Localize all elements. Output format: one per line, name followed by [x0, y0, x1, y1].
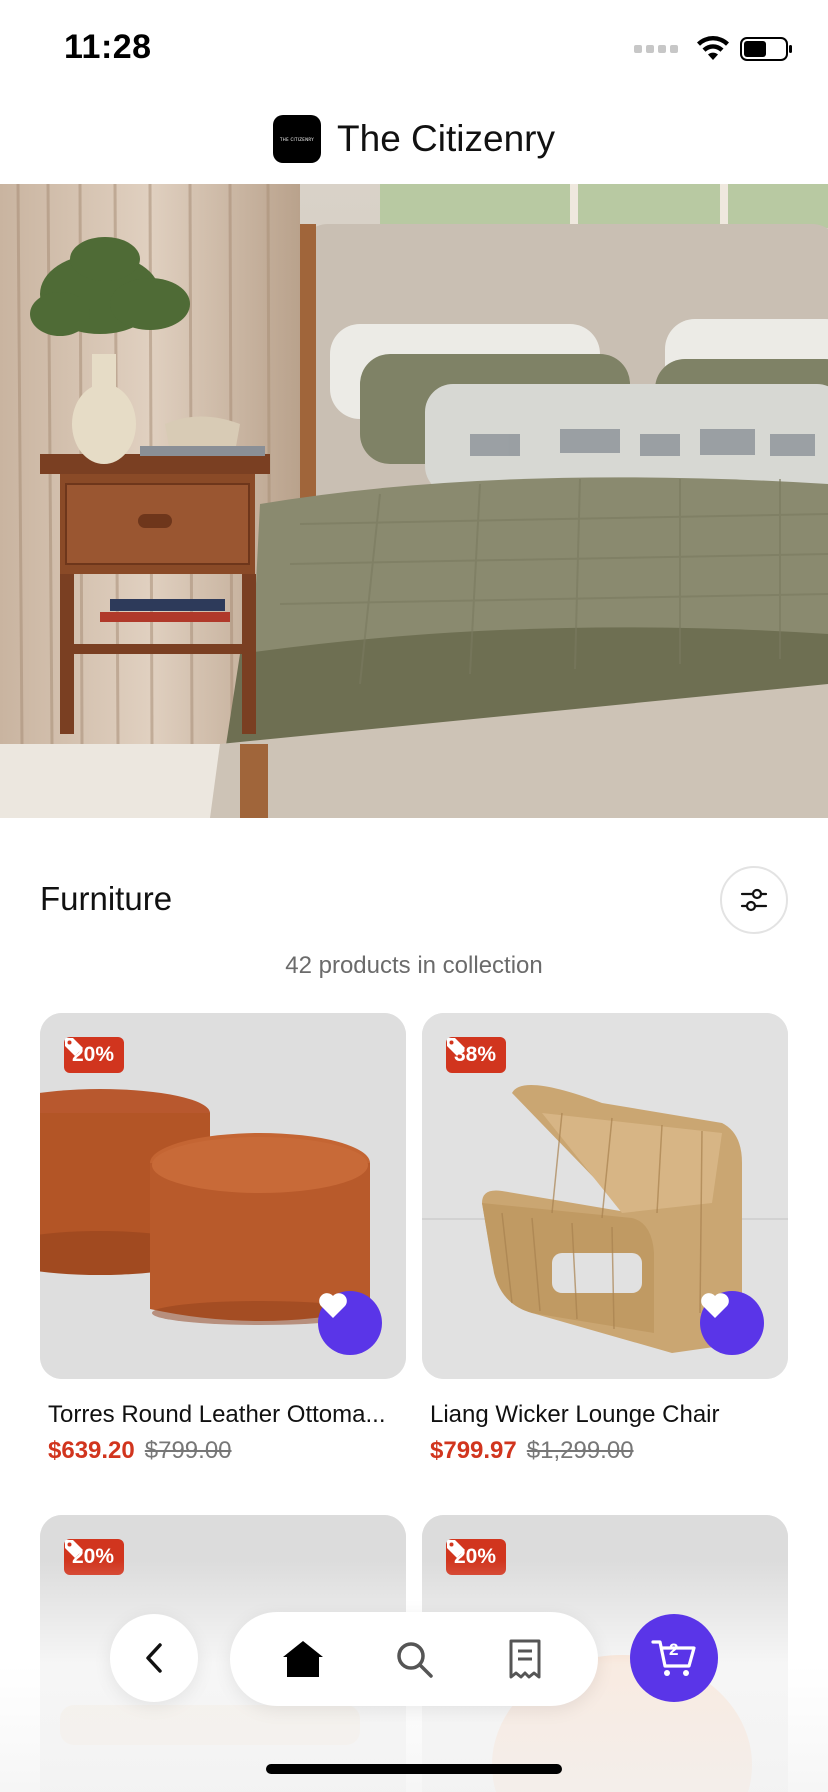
status-bar: 11:28 — [0, 0, 828, 96]
product-card[interactable]: 20% Torres Round Leather Ottoma... $639.… — [40, 1013, 406, 1465]
status-icons — [634, 36, 794, 62]
nav-home[interactable] — [263, 1619, 343, 1699]
cart-button[interactable]: 2 — [630, 1614, 718, 1702]
chevron-left-icon — [146, 1643, 162, 1673]
discount-badge: 20% — [64, 1037, 125, 1073]
hero-image — [0, 184, 828, 818]
wifi-icon — [697, 36, 729, 60]
receipt-icon — [509, 1639, 541, 1679]
back-button[interactable] — [110, 1614, 198, 1702]
search-icon — [397, 1642, 433, 1678]
tag-icon — [65, 1540, 83, 1558]
discount-badge: 38% — [446, 1037, 507, 1073]
heart-icon — [319, 1293, 347, 1318]
original-price: $799.00 — [144, 1437, 232, 1464]
sliders-icon — [740, 888, 768, 912]
brand-logo-text: THE CITIZENRY — [280, 136, 314, 142]
home-indicator — [266, 1764, 562, 1774]
wishlist-button[interactable] — [318, 1291, 382, 1355]
tag-icon — [447, 1038, 465, 1056]
collection-title: Furniture — [40, 880, 173, 917]
product-image[interactable]: 20% — [40, 1013, 406, 1379]
heart-icon — [701, 1293, 729, 1318]
nav-search[interactable] — [374, 1619, 454, 1699]
brand-name: The Citizenry — [337, 118, 555, 159]
nav-orders[interactable] — [485, 1619, 565, 1699]
price-row: $639.20 $799.00 — [40, 1437, 406, 1465]
product-image[interactable]: 38% — [422, 1013, 788, 1379]
tag-icon — [447, 1540, 465, 1558]
tag-icon — [65, 1038, 83, 1056]
product-count: 42 products in collection — [285, 952, 543, 979]
bottom-nav — [230, 1612, 598, 1706]
app-header: THE CITIZENRY The Citizenry — [0, 108, 828, 170]
filter-button[interactable] — [720, 866, 788, 934]
battery-icon — [740, 37, 792, 61]
cellular-signal-icon — [634, 45, 678, 53]
sale-price: $639.20 — [48, 1437, 135, 1464]
product-name[interactable]: Torres Round Leather Ottoma... — [40, 1401, 406, 1429]
product-name[interactable]: Liang Wicker Lounge Chair — [422, 1401, 788, 1429]
wishlist-button[interactable] — [700, 1291, 764, 1355]
original-price: $1,299.00 — [526, 1437, 634, 1464]
product-card[interactable]: 38% Liang Wicker Lounge Chair $799.97 $1… — [422, 1013, 788, 1465]
price-row: $799.97 $1,299.00 — [422, 1437, 788, 1465]
cart-icon-wrap: 2 — [651, 1638, 697, 1678]
home-icon — [283, 1641, 324, 1677]
status-time: 11:28 — [64, 28, 152, 66]
sale-price: $799.97 — [430, 1437, 517, 1464]
cart-count-badge: 2 — [669, 1640, 679, 1659]
brand-logo[interactable]: THE CITIZENRY — [273, 115, 322, 163]
